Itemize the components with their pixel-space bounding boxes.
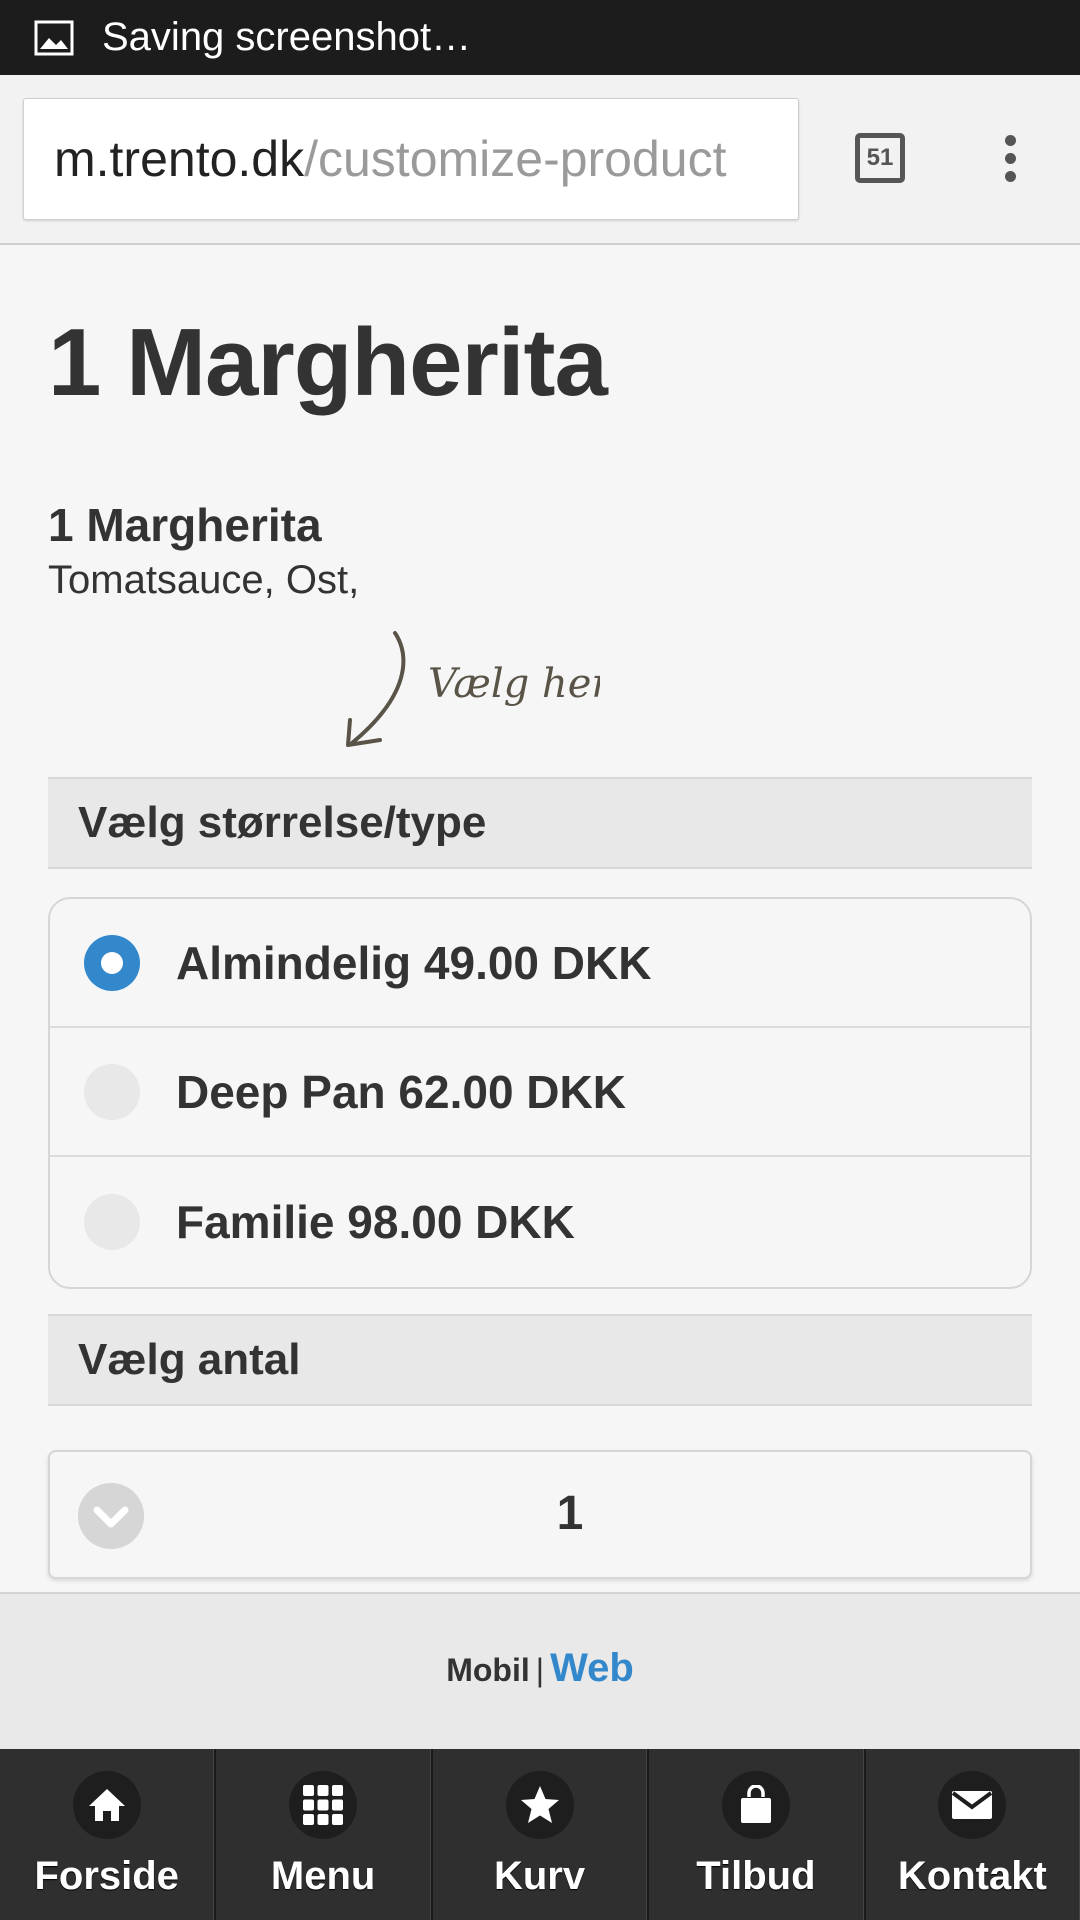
nav-label: Menu	[270, 1854, 376, 1898]
hint-arrow-icon: Vælg her	[346, 631, 600, 747]
quantity-select[interactable]: 1	[48, 1450, 1032, 1579]
grid-icon	[289, 1771, 358, 1839]
size-options: Almindelig 49.00 DKK Deep Pan 62.00 DKK …	[48, 897, 1032, 1289]
product-description: Tomatsauce, Ost,	[48, 558, 360, 602]
nav-label: Kontakt	[897, 1854, 1047, 1898]
status-bar: Saving screenshot…	[0, 0, 1080, 75]
option-label: Almindelig 49.00 DKK	[176, 936, 652, 989]
bottom-nav: Forside Menu Kurv Tilbud Kontakt	[0, 1749, 1080, 1920]
option-label: Deep Pan 62.00 DKK	[176, 1065, 626, 1118]
nav-kontakt[interactable]: Kontakt	[863, 1749, 1080, 1920]
status-text: Saving screenshot…	[102, 15, 472, 59]
image-icon	[34, 20, 74, 55]
nav-tilbud[interactable]: Tilbud	[647, 1749, 864, 1920]
radio-unselected[interactable]	[84, 1193, 140, 1250]
url-field[interactable]: m.trento.dk/customize-product	[23, 98, 799, 220]
shopping-bag-icon	[721, 1771, 790, 1839]
nav-kurv[interactable]: Kurv	[430, 1749, 648, 1920]
option-label: Familie 98.00 DKK	[176, 1195, 575, 1248]
hint-text: Vælg her	[428, 661, 600, 707]
nav-forside[interactable]: Forside	[0, 1749, 215, 1920]
star-icon	[505, 1771, 574, 1839]
tab-switcher-button[interactable]: 51	[855, 133, 905, 183]
size-section-header: Vælg størrelse/type	[48, 777, 1032, 869]
home-icon	[72, 1771, 141, 1839]
quantity-section-header: Vælg antal	[48, 1314, 1032, 1406]
nav-label: Tilbud	[696, 1854, 816, 1898]
web-version-link[interactable]: Web	[550, 1646, 634, 1690]
nav-menu[interactable]: Menu	[214, 1749, 431, 1920]
size-section-title: Vælg størrelse/type	[78, 798, 487, 847]
radio-selected[interactable]	[84, 934, 140, 991]
size-option-familie[interactable]: Familie 98.00 DKK	[50, 1157, 1030, 1286]
page-title: 1 Margherita	[48, 309, 608, 416]
nav-label: Forside	[34, 1854, 179, 1898]
footer-separator: |	[535, 1652, 545, 1688]
footer-mobile-label: Mobil	[446, 1652, 530, 1688]
product-name: 1 Margherita	[48, 499, 322, 551]
quantity-section-title: Vælg antal	[78, 1335, 301, 1384]
tab-count: 51	[866, 144, 894, 171]
quantity-value: 1	[556, 1487, 584, 1540]
url-path: /customize-product	[304, 131, 727, 187]
radio-unselected[interactable]	[84, 1063, 140, 1120]
size-option-deep-pan[interactable]: Deep Pan 62.00 DKK	[50, 1028, 1030, 1157]
footer: Mobil | Web	[0, 1592, 1080, 1749]
browser-toolbar: m.trento.dk/customize-product 51	[0, 75, 1080, 245]
overflow-menu-icon[interactable]	[995, 130, 1025, 190]
nav-label: Kurv	[493, 1854, 586, 1898]
url-domain: m.trento.dk	[54, 131, 305, 187]
mail-icon	[938, 1771, 1007, 1839]
size-option-almindelig[interactable]: Almindelig 49.00 DKK	[50, 899, 1030, 1028]
